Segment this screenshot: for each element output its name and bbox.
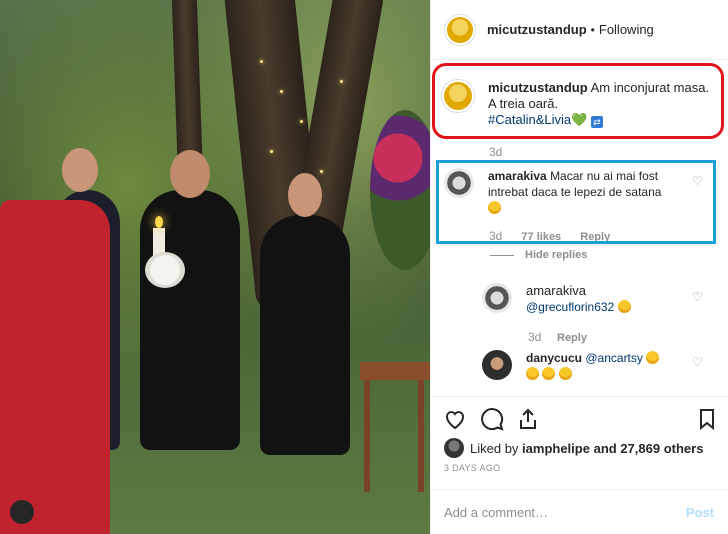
likes-prefix: Liked by xyxy=(470,440,519,456)
priest-robe xyxy=(0,200,110,534)
separator-dot: • xyxy=(590,22,595,37)
reply-text: danycucu @ancartsy xyxy=(526,350,660,382)
laugh-emoji-icon xyxy=(646,351,660,364)
post-button[interactable]: Post xyxy=(686,505,714,520)
flower-arch xyxy=(370,110,430,270)
highlight-box-blue xyxy=(436,160,716,244)
caption-time: 3d xyxy=(489,145,503,159)
like-reply-heart-icon[interactable]: ♡ xyxy=(692,356,704,368)
reply-time: 3d xyxy=(528,330,542,344)
laugh-emoji-icon xyxy=(542,367,556,380)
candle-flame xyxy=(155,216,163,228)
smile-emoji-icon xyxy=(617,300,631,313)
string-lights xyxy=(300,120,303,123)
reply-item: amarakiva @grecuflorin632 xyxy=(482,283,692,315)
comment-icon[interactable] xyxy=(480,407,504,431)
string-lights xyxy=(270,150,273,153)
reply-text: amarakiva @grecuflorin632 xyxy=(526,283,631,315)
share-icon[interactable] xyxy=(516,407,540,431)
reply-avatar[interactable] xyxy=(482,283,512,313)
man-head xyxy=(288,173,322,217)
string-lights xyxy=(320,170,323,173)
like-reply-heart-icon[interactable]: ♡ xyxy=(692,291,704,303)
reply-item: danycucu @ancartsy xyxy=(482,350,692,382)
liker-username[interactable]: iamphelipe xyxy=(522,441,590,456)
reply-mention[interactable]: @ancartsy xyxy=(585,351,643,365)
man-figure xyxy=(260,215,350,455)
groom-head xyxy=(170,150,210,198)
comment-input[interactable] xyxy=(444,504,686,520)
post-header: micutzustandup • Following xyxy=(431,0,728,60)
hide-replies-button[interactable]: Hide replies xyxy=(525,249,587,261)
post-date: 3 DAYS AGO xyxy=(444,463,501,473)
author-username[interactable]: micutzustandup xyxy=(487,22,587,37)
string-lights xyxy=(340,80,343,83)
heart-icon[interactable] xyxy=(443,407,467,431)
post-photo[interactable] xyxy=(0,0,430,534)
reply-mention[interactable]: @grecuflorin632 xyxy=(526,300,614,314)
user-tag-icon[interactable] xyxy=(10,500,34,524)
highlight-box-red xyxy=(432,63,724,139)
laugh-emoji-icon xyxy=(558,367,572,380)
reply-username[interactable]: danycucu xyxy=(526,351,582,365)
guest-head xyxy=(62,148,98,192)
reply-avatar[interactable] xyxy=(482,350,512,380)
bouquet xyxy=(145,252,185,288)
author-avatar[interactable] xyxy=(445,14,475,45)
string-lights xyxy=(280,90,283,93)
reply-meta: 3d xyxy=(528,330,557,344)
following-button[interactable]: Following xyxy=(599,22,654,37)
likes-count[interactable]: and 27,869 others xyxy=(594,441,704,456)
string-lights xyxy=(260,60,263,63)
hide-replies-line xyxy=(490,255,514,256)
table xyxy=(360,362,430,492)
liker-avatar[interactable] xyxy=(444,438,464,458)
laugh-emoji-icon xyxy=(526,367,539,380)
likes-summary: Liked by iamphelipe and 27,869 others xyxy=(444,438,703,458)
add-comment-bar: Post xyxy=(430,489,728,534)
action-bar xyxy=(430,396,728,438)
bookmark-icon[interactable] xyxy=(695,407,719,431)
reply-username[interactable]: amarakiva xyxy=(526,283,586,298)
reply-button[interactable]: Reply xyxy=(557,332,587,344)
